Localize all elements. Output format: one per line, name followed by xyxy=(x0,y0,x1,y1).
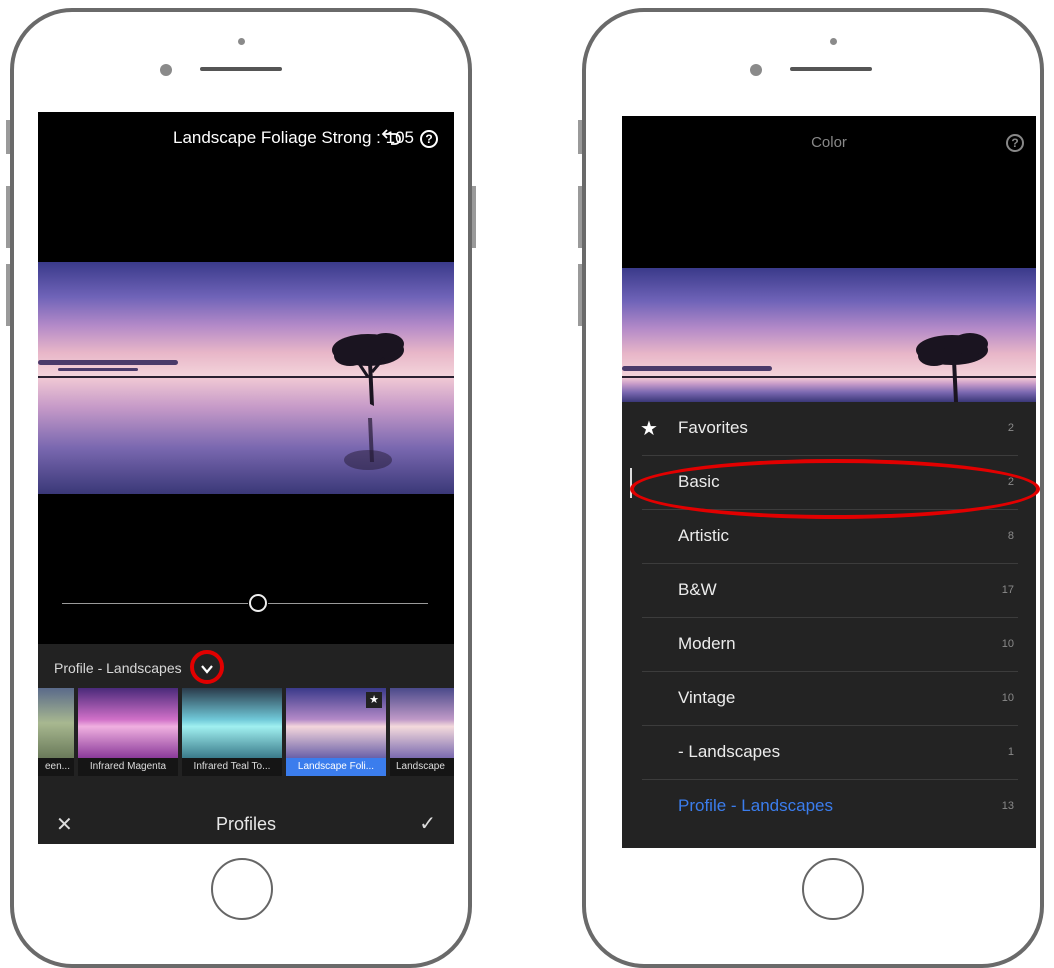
menu-item-label: Modern xyxy=(678,634,736,653)
menu-item-count: 10 xyxy=(1001,692,1014,704)
menu-item-label: Artistic xyxy=(678,526,729,545)
panel-title: Color xyxy=(811,134,847,151)
profile-thumbnail[interactable]: Infrared Magenta xyxy=(78,688,178,776)
menu-item-count: 10 xyxy=(1001,638,1014,650)
thumbnail-label: Infrared Magenta xyxy=(78,758,178,776)
menu-item-count: 13 xyxy=(1001,800,1014,812)
bottom-toolbar: ✕ Profiles ✓ xyxy=(38,804,454,844)
help-icon[interactable]: ? xyxy=(1006,134,1024,152)
menu-item-label: Vintage xyxy=(678,688,736,707)
front-camera xyxy=(830,38,837,45)
menu-item-label: Profile - Landscapes xyxy=(678,796,833,815)
camera-dot xyxy=(160,64,172,76)
menu-item-label: B&W xyxy=(678,580,717,599)
profiles-title: Profiles xyxy=(215,814,277,834)
profile-thumbnail-selected[interactable]: ★ Landscape Foli... xyxy=(286,688,386,776)
phone-side-button xyxy=(578,264,582,326)
highlight-ellipse xyxy=(630,459,1040,519)
thumbnail-label: Infrared Teal To... xyxy=(182,758,282,776)
phone-side-button xyxy=(578,186,582,248)
slider-track-left xyxy=(62,603,248,604)
menu-item-count: 8 xyxy=(1007,530,1014,542)
tree-silhouette xyxy=(916,333,988,402)
profile-group-label[interactable]: Profile - Landscapes xyxy=(54,660,182,676)
undo-icon[interactable] xyxy=(381,126,403,146)
menu-item-vintage[interactable]: Vintage 10 xyxy=(622,672,1036,726)
star-icon: ★ xyxy=(640,418,658,440)
menu-item-count: 2 xyxy=(1007,422,1014,434)
earpiece-speaker xyxy=(790,67,872,71)
tree-silhouette xyxy=(332,333,404,470)
earpiece-speaker xyxy=(200,67,282,71)
menu-item-bw[interactable]: B&W 17 xyxy=(622,564,1036,618)
thumbnail-label: Landscape Foli... xyxy=(286,758,386,776)
highlight-circle xyxy=(190,650,224,684)
menu-item-profile-landscapes[interactable]: Profile - Landscapes 13 xyxy=(622,780,1036,834)
menu-item-landscapes[interactable]: - Landscapes 1 xyxy=(622,726,1036,780)
menu-item-label: Favorites xyxy=(678,418,748,437)
confirm-check-icon[interactable]: ✓ xyxy=(419,811,436,836)
phone-side-button xyxy=(472,186,476,248)
phone-side-button xyxy=(6,120,10,154)
profile-thumbnail[interactable]: Landscape xyxy=(390,688,454,776)
profile-thumbnail[interactable]: Infrared Teal To... xyxy=(182,688,282,776)
thumbnail-label: een... xyxy=(38,758,74,776)
photo-preview xyxy=(622,268,1036,402)
front-camera xyxy=(238,38,245,45)
slider-track-right xyxy=(268,603,428,604)
help-icon[interactable]: ? xyxy=(420,130,438,148)
home-button[interactable] xyxy=(211,858,273,920)
menu-item-count: 17 xyxy=(1001,584,1014,596)
thumbnail-label: Landscape xyxy=(390,758,454,776)
menu-item-favorites[interactable]: ★ Favorites 2 xyxy=(622,402,1036,456)
home-button[interactable] xyxy=(802,858,864,920)
phone-side-button xyxy=(6,186,10,248)
favorite-star-icon[interactable]: ★ xyxy=(366,692,382,708)
phone-side-button xyxy=(6,264,10,326)
profile-amount-title: Landscape Foliage Strong : 105 xyxy=(172,128,414,147)
profile-thumbnail[interactable]: een... xyxy=(38,688,74,776)
photo-preview xyxy=(38,262,454,494)
amount-slider-knob[interactable] xyxy=(249,594,267,612)
menu-item-count: 1 xyxy=(1007,746,1014,758)
menu-item-label: - Landscapes xyxy=(678,742,781,761)
camera-dot xyxy=(750,64,762,76)
phone-side-button xyxy=(578,120,582,154)
lightroom-profiles-screen: Landscape Foliage Strong : 105 ? Profile… xyxy=(38,112,454,844)
menu-item-modern[interactable]: Modern 10 xyxy=(622,618,1036,672)
